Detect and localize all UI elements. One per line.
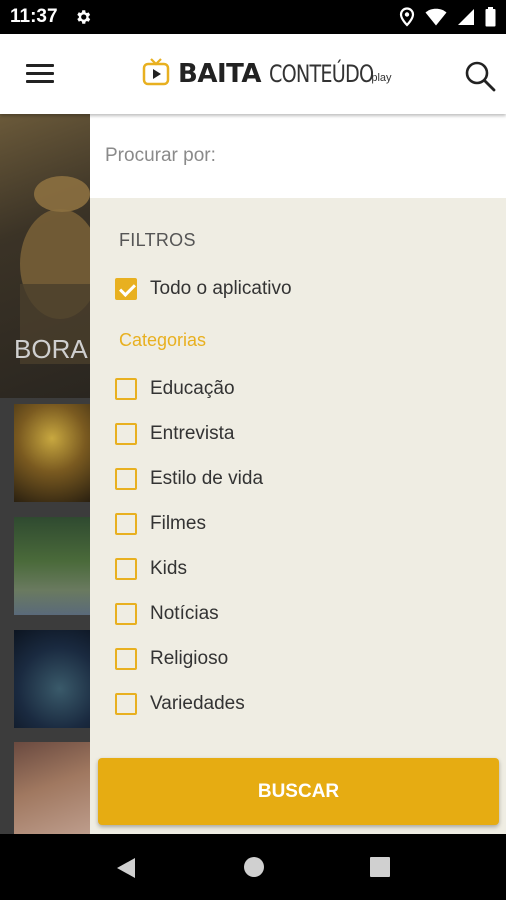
video-thumbnail[interactable] [14,630,90,728]
category-label: Notícias [150,603,219,624]
location-icon [399,7,415,32]
filter-label: Todo o aplicativo [150,278,292,299]
category-kids[interactable]: Kids [115,554,187,584]
checkbox[interactable] [115,468,137,490]
video-thumbnail[interactable] [14,517,90,615]
category-label: Kids [150,558,187,579]
categories-heading: Categorias [119,330,207,350]
app-logo: BAITA CONTEÚDO play [142,56,392,92]
filters-heading: FILTROS [119,230,196,250]
checkbox-checked[interactable] [115,278,137,300]
checkbox[interactable] [115,423,137,445]
category-educacao[interactable]: Educação [115,374,235,404]
home-icon[interactable] [243,856,265,883]
category-filmes[interactable]: Filmes [115,509,206,539]
hero-banner: BORA [0,114,90,398]
logo-tag: play [371,72,392,84]
checkbox[interactable] [115,693,137,715]
category-label: Entrevista [150,423,235,444]
checkbox[interactable] [115,378,137,400]
checkbox[interactable] [115,603,137,625]
category-religioso[interactable]: Religioso [115,644,228,674]
battery-icon [485,7,496,32]
background-content: BORA [0,114,90,840]
system-nav-bar [0,834,506,900]
status-time: 11:37 [10,6,58,27]
search-button[interactable]: BUSCAR [98,758,499,825]
search-input[interactable] [90,114,506,198]
filter-drawer: FILTROS Todo o aplicativo Categorias Edu… [90,114,506,834]
category-label: Variedades [150,693,245,714]
tv-play-icon [142,57,170,92]
search-icon[interactable] [464,60,496,97]
app-bar: BAITA CONTEÚDO play [0,34,506,114]
category-variedades[interactable]: Variedades [115,689,245,719]
category-estilo-de-vida[interactable]: Estilo de vida [115,464,263,494]
menu-icon[interactable] [26,64,54,84]
recents-icon[interactable] [369,856,391,883]
cell-signal-icon [457,8,475,31]
status-bar: 11:37 [0,0,506,34]
category-label: Estilo de vida [150,468,264,489]
logo-main-text: BAITA [178,59,261,89]
category-entrevista[interactable]: Entrevista [115,419,234,449]
video-thumbnail[interactable] [14,404,90,502]
category-noticias[interactable]: Notícias [115,599,219,629]
checkbox[interactable] [115,513,137,535]
category-label: Religioso [150,648,229,669]
filter-all-app[interactable]: Todo o aplicativo [115,274,292,304]
hero-title: BORA [14,334,88,364]
video-thumbnail[interactable] [14,742,90,840]
category-label: Educação [150,378,235,399]
wifi-icon [425,8,447,31]
logo-secondary-text: CONTEÚDO [268,60,374,88]
checkbox[interactable] [115,648,137,670]
settings-gear-icon [74,8,92,31]
back-icon[interactable] [115,856,137,885]
category-label: Filmes [150,513,206,534]
checkbox[interactable] [115,558,137,580]
